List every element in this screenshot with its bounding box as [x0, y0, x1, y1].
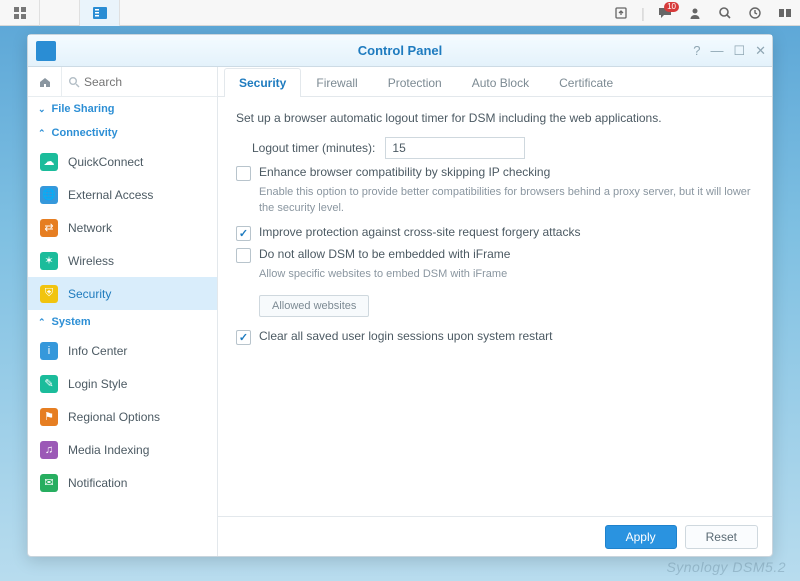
- reset-button[interactable]: Reset: [685, 525, 758, 549]
- checkbox-iframe[interactable]: [236, 248, 251, 263]
- sidebar-item-wireless[interactable]: ✶ Wireless: [28, 244, 217, 277]
- chevron-down-icon: ⌄: [38, 104, 46, 115]
- panel-footer: Apply Reset: [218, 516, 772, 556]
- sidebar-item-external-access[interactable]: 🌐 External Access: [28, 178, 217, 211]
- sidebar-item-login-style[interactable]: ✎ Login Style: [28, 367, 217, 400]
- window-title: Control Panel: [28, 43, 772, 58]
- panel-intro: Set up a browser automatic logout timer …: [236, 111, 754, 125]
- sidebar-item-media-indexing[interactable]: ♫ Media Indexing: [28, 433, 217, 466]
- info-icon: i: [40, 342, 58, 360]
- checkbox-clear-sessions[interactable]: [236, 330, 251, 345]
- tab-auto-block[interactable]: Auto Block: [457, 68, 544, 97]
- checkbox-label: Clear all saved user login sessions upon…: [259, 329, 552, 343]
- apply-button[interactable]: Apply: [605, 525, 677, 549]
- sidebar-item-label: Info Center: [68, 344, 127, 358]
- group-file-sharing[interactable]: ⌄ File Sharing: [28, 97, 217, 121]
- chevron-up-icon: ⌃: [38, 317, 46, 328]
- checkbox-label: Improve protection against cross-site re…: [259, 225, 580, 239]
- checkbox-label: Enhance browser compatibility by skippin…: [259, 165, 550, 179]
- cloud-icon: ☁: [40, 153, 58, 171]
- sidebar-item-label: Notification: [68, 476, 127, 490]
- sidebar-item-label: Security: [68, 287, 111, 301]
- shield-icon: ⛨: [40, 285, 58, 303]
- sidebar-item-label: Login Style: [68, 377, 127, 391]
- sidebar-item-label: External Access: [68, 188, 153, 202]
- user-icon[interactable]: [680, 0, 710, 26]
- group-label: Connectivity: [52, 127, 118, 139]
- taskbar-separator: [40, 0, 80, 26]
- chat-icon[interactable]: 10: [650, 0, 680, 26]
- sidebar: ⌄ File Sharing ⌃ Connectivity ☁ QuickCon…: [28, 67, 218, 556]
- tab-bar: Security Firewall Protection Auto Block …: [218, 67, 772, 97]
- window-titlebar[interactable]: Control Panel ? — ☐ ✕: [28, 35, 772, 67]
- search-input[interactable]: [84, 75, 211, 89]
- group-system[interactable]: ⌃ System: [28, 310, 217, 334]
- security-panel: Set up a browser automatic logout timer …: [218, 97, 772, 516]
- widgets-icon[interactable]: [740, 0, 770, 26]
- sidebar-item-network[interactable]: ⇄ Network: [28, 211, 217, 244]
- tab-security[interactable]: Security: [224, 68, 301, 97]
- sidebar-item-notification[interactable]: ✉ Notification: [28, 466, 217, 499]
- sidebar-search[interactable]: [62, 75, 217, 89]
- checkbox-enhance-compat[interactable]: [236, 166, 251, 181]
- sidebar-item-label: Wireless: [68, 254, 114, 268]
- window-close-icon[interactable]: ✕: [755, 43, 766, 59]
- taskbar-apps-button[interactable]: [0, 0, 40, 26]
- window-help-icon[interactable]: ?: [693, 43, 700, 59]
- group-connectivity[interactable]: ⌃ Connectivity: [28, 121, 217, 145]
- enhance-compat-hint: Enable this option to provide better com…: [259, 185, 754, 217]
- pilot-view-icon[interactable]: [770, 0, 800, 26]
- window-maximize-icon[interactable]: ☐: [733, 43, 745, 59]
- sidebar-item-label: QuickConnect: [68, 155, 143, 169]
- sidebar-item-label: Network: [68, 221, 112, 235]
- globe-icon: 🌐: [40, 186, 58, 204]
- chevron-up-icon: ⌃: [38, 128, 46, 139]
- checkbox-label: Do not allow DSM to be embedded with iFr…: [259, 247, 510, 261]
- notification-badge: 10: [664, 2, 679, 12]
- sidebar-item-regional-options[interactable]: ⚑ Regional Options: [28, 400, 217, 433]
- home-button[interactable]: [28, 67, 62, 97]
- tab-protection[interactable]: Protection: [373, 68, 457, 97]
- flag-icon: ⚑: [40, 408, 58, 426]
- sidebar-item-label: Media Indexing: [68, 443, 149, 457]
- checkbox-csrf[interactable]: [236, 226, 251, 241]
- search-icon[interactable]: [710, 0, 740, 26]
- window-minimize-icon[interactable]: —: [710, 43, 723, 59]
- media-icon: ♫: [40, 441, 58, 459]
- palette-icon: ✎: [40, 375, 58, 393]
- system-taskbar: | 10: [0, 0, 800, 26]
- allowed-websites-button[interactable]: Allowed websites: [259, 295, 369, 317]
- group-label: File Sharing: [52, 103, 115, 115]
- group-label: System: [52, 316, 91, 328]
- watermark: Synology DSM5.2: [666, 559, 786, 575]
- control-panel-window: Control Panel ? — ☐ ✕ ⌄: [27, 34, 773, 557]
- logout-timer-input[interactable]: [385, 137, 525, 159]
- wifi-icon: ✶: [40, 252, 58, 270]
- iframe-hint: Allow specific websites to embed DSM wit…: [259, 267, 754, 283]
- sidebar-item-security[interactable]: ⛨ Security: [28, 277, 217, 310]
- logout-timer-label: Logout timer (minutes):: [252, 141, 375, 155]
- tab-firewall[interactable]: Firewall: [301, 68, 372, 97]
- content-area: Security Firewall Protection Auto Block …: [218, 67, 772, 556]
- network-icon: ⇄: [40, 219, 58, 237]
- speech-icon: ✉: [40, 474, 58, 492]
- taskbar-divider: |: [636, 0, 650, 26]
- sidebar-item-info-center[interactable]: i Info Center: [28, 334, 217, 367]
- taskbar-control-panel[interactable]: [80, 0, 120, 26]
- search-icon: [68, 76, 80, 88]
- sidebar-item-label: Regional Options: [68, 410, 160, 424]
- sidebar-item-quickconnect[interactable]: ☁ QuickConnect: [28, 145, 217, 178]
- upload-icon[interactable]: [606, 0, 636, 26]
- tab-certificate[interactable]: Certificate: [544, 68, 628, 97]
